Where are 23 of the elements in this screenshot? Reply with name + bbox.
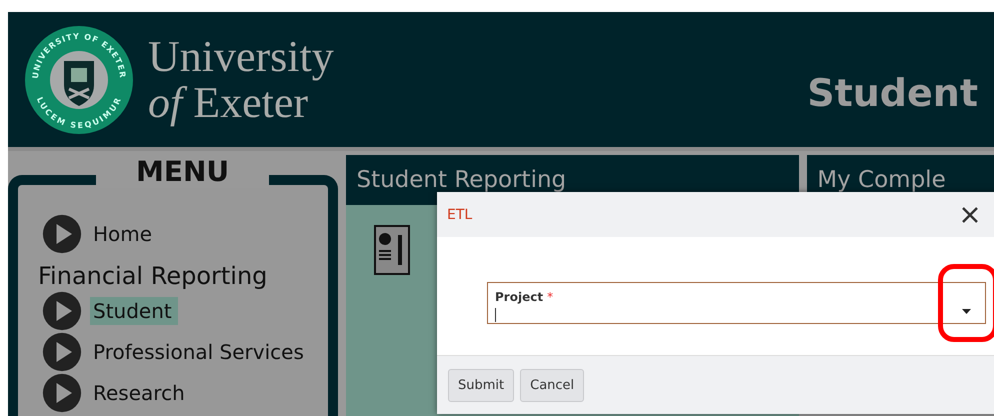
play-icon: [42, 214, 82, 254]
panel-title: Student Reporting: [356, 167, 566, 193]
page-title: Student: [807, 70, 978, 114]
dialog-title: ETL: [447, 206, 472, 222]
brand-name: University: [148, 34, 334, 80]
brand-name: of Exeter: [148, 80, 308, 126]
submit-button[interactable]: Submit: [448, 369, 514, 402]
menu-heading: Financial Reporting: [38, 262, 268, 290]
caret-icon: [962, 309, 971, 314]
menu-link[interactable]: Student: [90, 296, 178, 324]
cancel-button[interactable]: Cancel: [520, 369, 584, 402]
menu-link[interactable]: Home: [90, 220, 158, 248]
play-icon: [42, 372, 82, 412]
report-icon: [374, 225, 410, 275]
project-dropdown[interactable]: Project *: [487, 282, 986, 324]
menu-link[interactable]: Research: [90, 378, 191, 406]
panel-title: My Comple: [817, 167, 946, 193]
field-label: Project: [495, 290, 544, 304]
required-mark: *: [547, 290, 554, 304]
close-icon: [961, 206, 979, 224]
menu-link[interactable]: Professional Services: [90, 338, 310, 366]
play-icon: [42, 290, 82, 330]
play-icon: [42, 332, 82, 372]
